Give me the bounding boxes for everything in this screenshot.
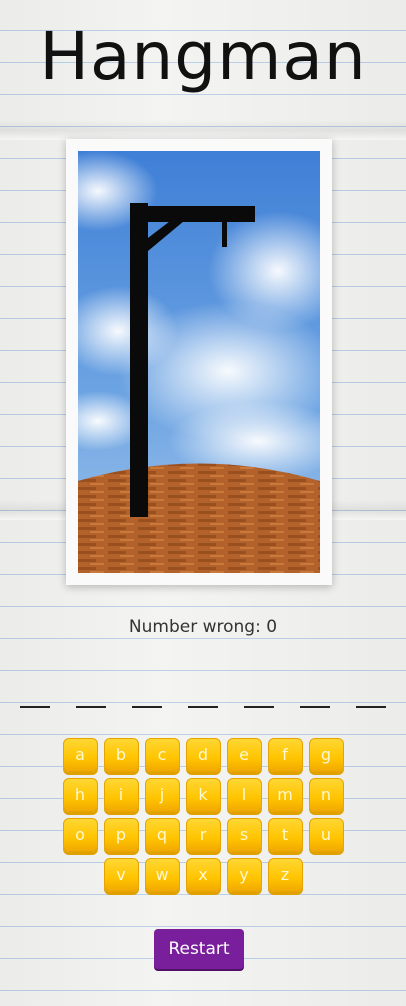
paper-fold-top <box>0 120 406 140</box>
restart-button[interactable]: Restart <box>154 929 244 969</box>
letter-blank <box>132 688 162 708</box>
letter-key-r[interactable]: r <box>185 818 221 852</box>
keyboard-row: hijklmn <box>0 778 406 812</box>
letter-key-s[interactable]: s <box>226 818 262 852</box>
letter-key-d[interactable]: d <box>185 738 221 772</box>
letter-key-w[interactable]: w <box>144 858 180 892</box>
letter-key-t[interactable]: t <box>267 818 303 852</box>
letter-key-e[interactable]: e <box>226 738 262 772</box>
letter-key-p[interactable]: p <box>103 818 139 852</box>
wrong-count-label: Number wrong: 0 <box>128 617 278 637</box>
letter-key-g[interactable]: g <box>308 738 344 772</box>
gallows-picture-frame <box>66 139 332 585</box>
letter-blank <box>20 688 50 708</box>
keyboard-row: vwxyz <box>0 858 406 892</box>
letter-blank <box>244 688 274 708</box>
letter-keyboard: abcdefg hijklmn opqrstu vwxyz <box>0 738 406 898</box>
letter-blank <box>300 688 330 708</box>
gallows-illustration <box>78 151 320 573</box>
letter-blank <box>188 688 218 708</box>
keyboard-row: abcdefg <box>0 738 406 772</box>
letter-key-i[interactable]: i <box>103 778 139 812</box>
letter-key-q[interactable]: q <box>144 818 180 852</box>
letter-key-y[interactable]: y <box>226 858 262 892</box>
letter-key-v[interactable]: v <box>103 858 139 892</box>
letter-blank <box>76 688 106 708</box>
page-title: Hangman <box>39 18 367 95</box>
letter-key-l[interactable]: l <box>226 778 262 812</box>
letter-key-f[interactable]: f <box>267 738 303 772</box>
keyboard-row: opqrstu <box>0 818 406 852</box>
letter-key-z[interactable]: z <box>267 858 303 892</box>
letter-key-a[interactable]: a <box>62 738 98 772</box>
hill <box>78 463 320 573</box>
letter-key-x[interactable]: x <box>185 858 221 892</box>
letter-key-j[interactable]: j <box>144 778 180 812</box>
letter-key-h[interactable]: h <box>62 778 98 812</box>
letter-key-o[interactable]: o <box>62 818 98 852</box>
letter-key-c[interactable]: c <box>144 738 180 772</box>
letter-key-m[interactable]: m <box>267 778 303 812</box>
letter-key-u[interactable]: u <box>308 818 344 852</box>
word-blanks <box>20 688 386 712</box>
letter-key-b[interactable]: b <box>103 738 139 772</box>
gallows-scene <box>78 151 320 573</box>
letter-key-k[interactable]: k <box>185 778 221 812</box>
letter-blank <box>356 688 386 708</box>
letter-key-n[interactable]: n <box>308 778 344 812</box>
